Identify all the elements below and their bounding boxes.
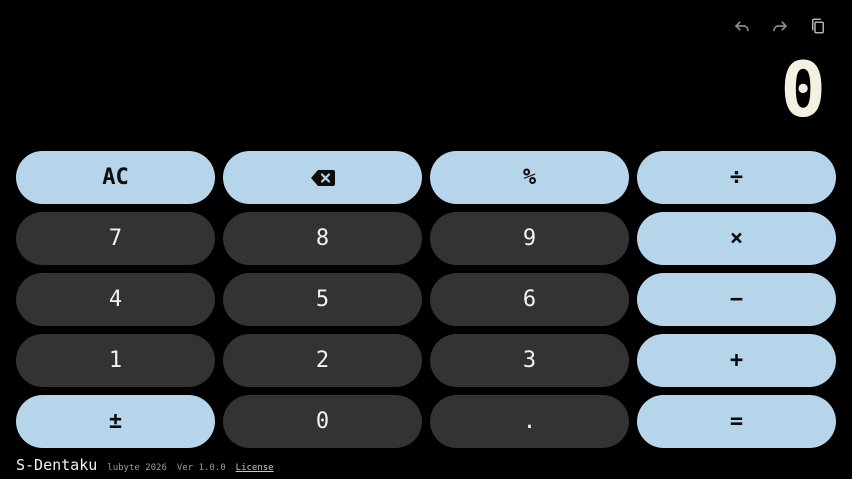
digit-3-button[interactable]: 3: [430, 334, 629, 387]
copy-button[interactable]: [806, 14, 830, 38]
subtract-button[interactable]: −: [637, 273, 836, 326]
redo-button[interactable]: [768, 14, 792, 38]
digit-1-button[interactable]: 1: [16, 334, 215, 387]
divide-button[interactable]: ÷: [637, 151, 836, 204]
equals-button[interactable]: =: [637, 395, 836, 448]
digit-7-button[interactable]: 7: [16, 212, 215, 265]
version-label: Ver 1.0.0: [176, 463, 226, 473]
decimal-button[interactable]: .: [430, 395, 629, 448]
digit-6-button[interactable]: 6: [430, 273, 629, 326]
digit-5-button[interactable]: 5: [223, 273, 422, 326]
digit-8-button[interactable]: 8: [223, 212, 422, 265]
copy-icon: [812, 18, 824, 34]
clear-button[interactable]: AC: [16, 151, 215, 204]
percent-button[interactable]: %: [430, 151, 629, 204]
result-display: 0: [780, 45, 826, 134]
footer: S-Dentaku lubyte 2026 Ver 1.0.0 License: [16, 456, 274, 474]
backspace-icon: [310, 169, 335, 186]
toolbar: [730, 14, 830, 38]
backspace-button[interactable]: [223, 151, 422, 204]
multiply-button[interactable]: ×: [637, 212, 836, 265]
undo-button[interactable]: [730, 14, 754, 38]
app-name: S-Dentaku: [16, 456, 98, 474]
digit-4-button[interactable]: 4: [16, 273, 215, 326]
keypad: AC % ÷ 7 8 9 × 4 5 6 − 1 2 3 + ± 0 . =: [16, 151, 836, 448]
add-button[interactable]: +: [637, 334, 836, 387]
redo-icon: [773, 21, 787, 32]
calculator-app: 0 AC % ÷ 7 8 9 × 4 5 6 − 1 2 3 + ± 0 . =…: [0, 0, 852, 479]
license-link[interactable]: License: [236, 463, 274, 473]
digit-9-button[interactable]: 9: [430, 212, 629, 265]
negate-button[interactable]: ±: [16, 395, 215, 448]
digit-2-button[interactable]: 2: [223, 334, 422, 387]
author-label: lubyte 2026: [107, 463, 167, 473]
undo-icon: [735, 21, 749, 32]
digit-0-button[interactable]: 0: [223, 395, 422, 448]
